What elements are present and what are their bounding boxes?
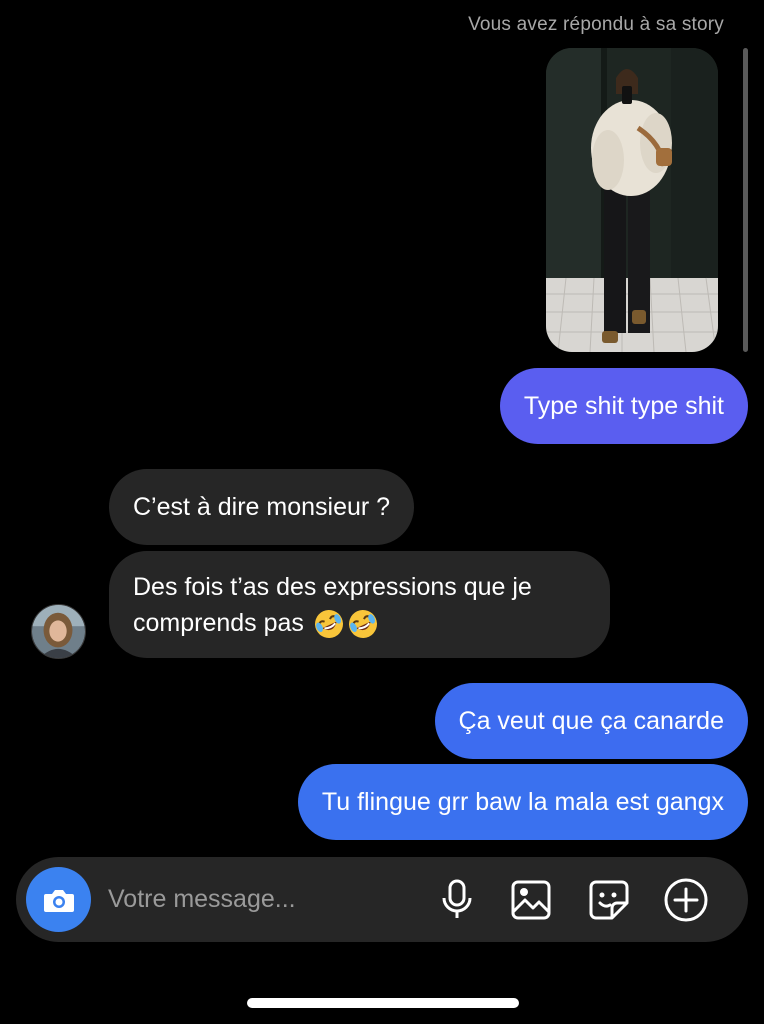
camera-button[interactable] (26, 867, 91, 932)
contact-avatar[interactable] (31, 604, 86, 659)
sticker-button[interactable] (586, 877, 632, 923)
message-bubble-incoming[interactable]: C’est à dire monsieur ? (109, 469, 415, 545)
sticker-icon (589, 880, 629, 920)
rofl-emoji (347, 608, 379, 640)
message-text: Ça veut que ça canarde (458, 707, 724, 735)
dm-conversation-screen: Vous avez répondu à sa story Type shit t… (0, 0, 764, 1024)
camera-icon (43, 889, 74, 912)
rofl-emoji-graphic (314, 610, 343, 639)
scrollbar[interactable] (743, 48, 748, 352)
story-image (546, 48, 718, 352)
microphone-icon (442, 879, 472, 918)
gallery-icon (511, 880, 551, 920)
story-thumbnail[interactable] (546, 48, 718, 352)
message-bubble-outgoing[interactable]: Type shit type shit (499, 368, 748, 444)
message-composer (16, 857, 748, 942)
avatar-image (32, 605, 85, 658)
message-input[interactable] (108, 857, 428, 942)
rofl-emoji (313, 608, 345, 640)
message-text: Type shit type shit (523, 392, 724, 420)
message-bubble-outgoing[interactable]: Ça veut que ça canarde (434, 683, 748, 759)
add-button[interactable] (663, 877, 709, 923)
gallery-button[interactable] (508, 877, 554, 923)
message-bubble-incoming[interactable]: Des fois t’as des expressions que je com… (109, 551, 610, 658)
message-text: Tu flingue grr baw la mala est gangx (321, 788, 724, 816)
home-indicator[interactable] (247, 998, 519, 1008)
story-reply-note: Vous avez répondu à sa story (468, 14, 724, 35)
rofl-emoji-graphic (348, 610, 377, 639)
microphone-button[interactable] (434, 877, 480, 923)
message-bubble-outgoing[interactable]: Tu flingue grr baw la mala est gangx (297, 764, 748, 840)
message-text: C’est à dire monsieur ? (133, 493, 391, 521)
add-icon (664, 878, 708, 922)
